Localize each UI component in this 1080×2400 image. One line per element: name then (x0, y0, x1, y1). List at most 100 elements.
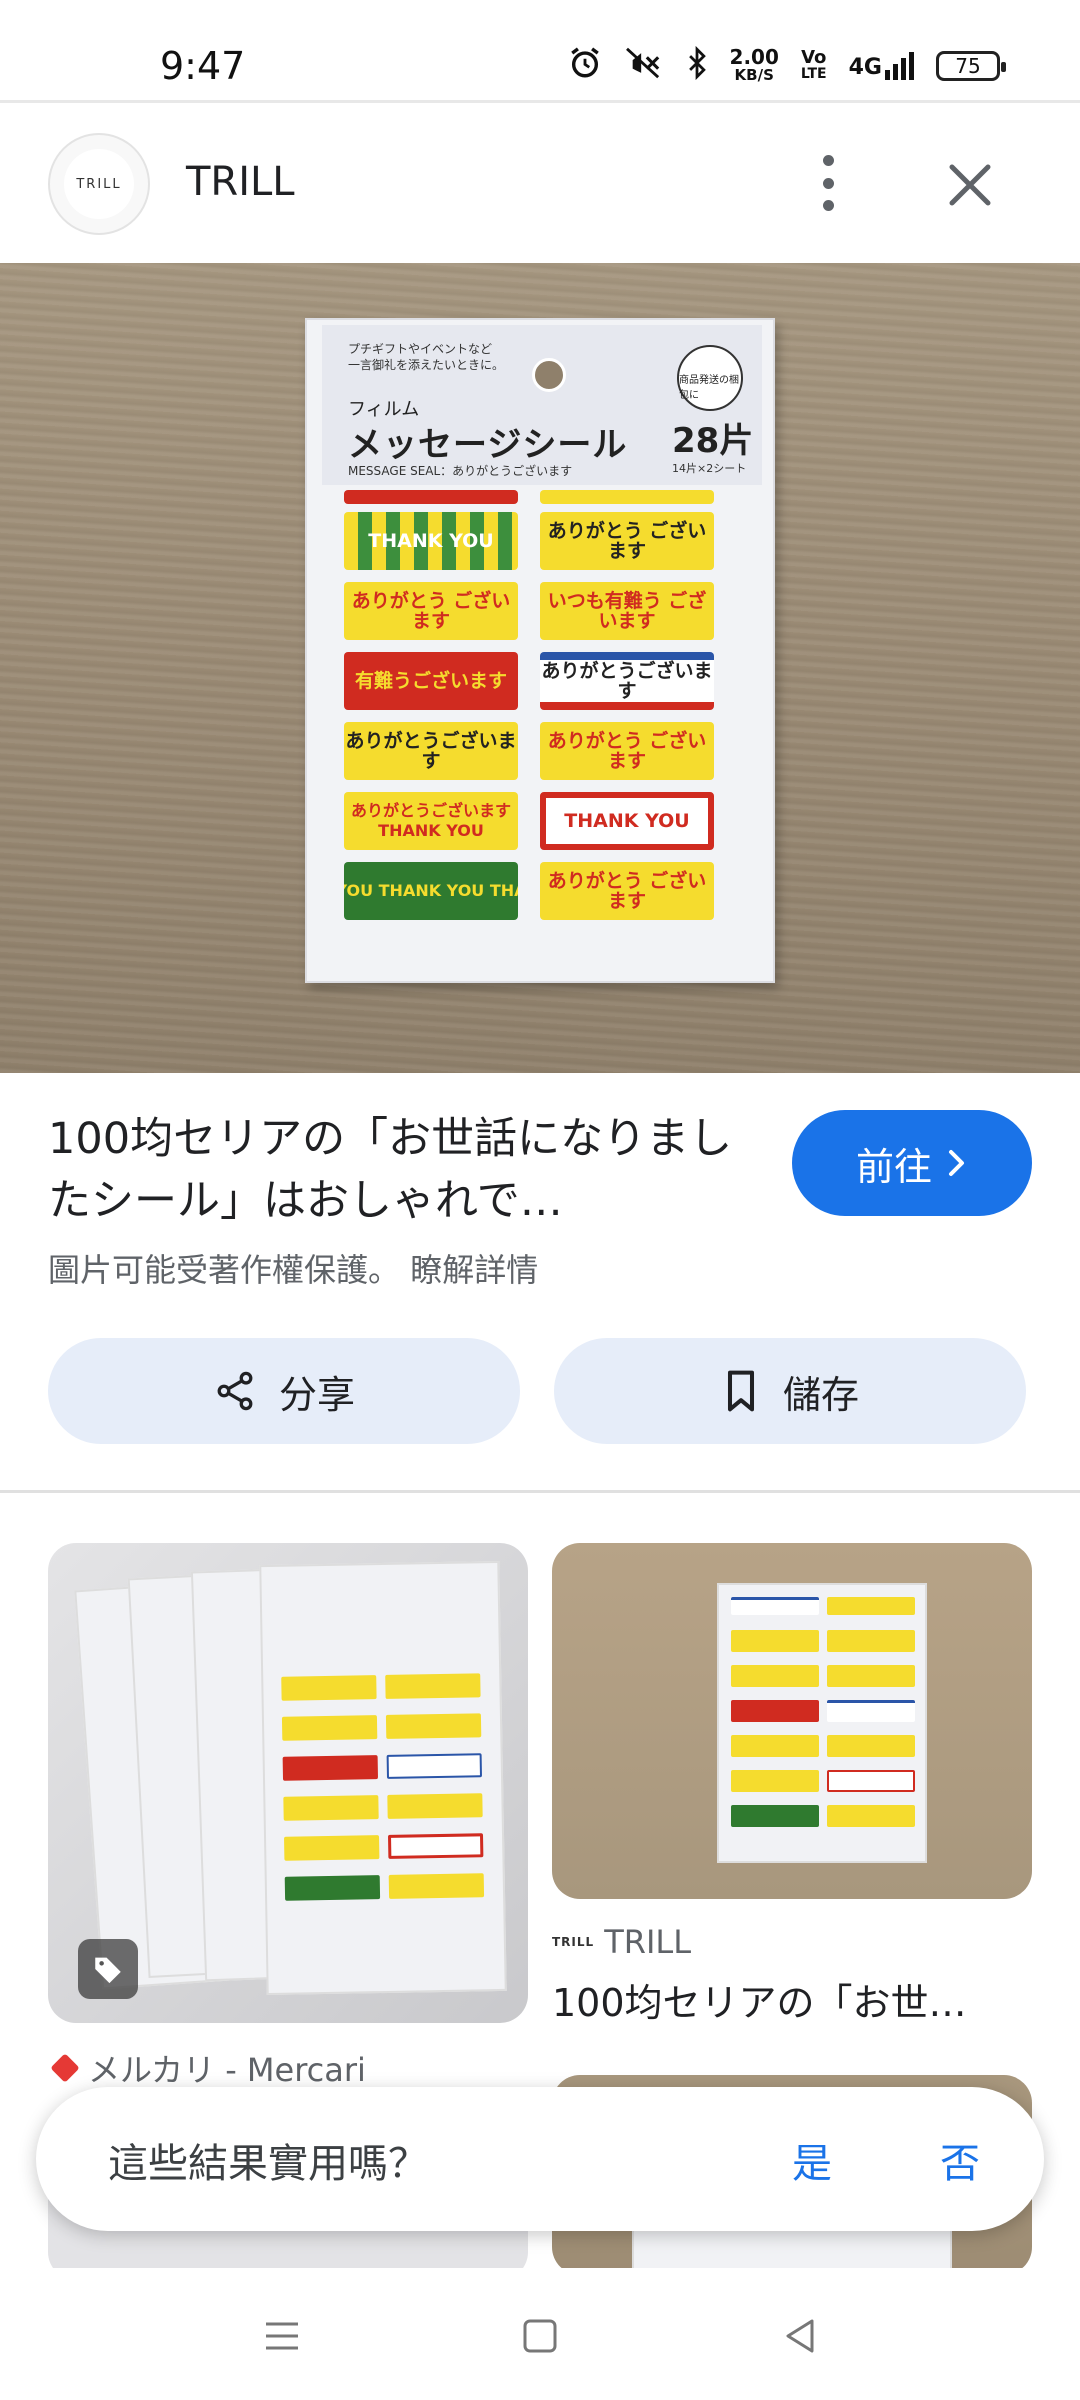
sticker: THANK YOU (344, 512, 518, 570)
status-time: 9:47 (160, 44, 246, 88)
battery-icon: 75 (936, 51, 1006, 81)
share-label: 分享 (278, 1372, 355, 1417)
sticker: ありがとうございます (540, 652, 714, 710)
signal-icon: 4G (849, 52, 914, 80)
feedback-no-button[interactable]: 否 (940, 2131, 980, 2189)
mini-sticker (388, 1873, 485, 1899)
section-divider (0, 1490, 1080, 1493)
copyright-notice: 圖片可能受著作權保護。 瞭解詳情 (48, 1245, 538, 1291)
sticker: 有難うございます (344, 652, 518, 710)
related-source[interactable]: TRILL TRILL (552, 1923, 691, 1961)
mercari-logo-icon (50, 2053, 80, 2083)
close-icon (949, 164, 991, 206)
sticker-partial (540, 490, 714, 504)
related-title[interactable]: 100均セリアの「お世… (552, 1972, 1032, 2027)
mini-sticker (283, 1795, 379, 1821)
mini-sticker (827, 1700, 915, 1722)
site-name[interactable]: TRILL (186, 159, 295, 205)
mini-sticker (281, 1715, 378, 1741)
viewer-header: TRILL TRILL (0, 103, 1080, 263)
mini-sticker (731, 1700, 819, 1722)
sticker: ありがとう ございます (540, 512, 714, 570)
mini-sticker (282, 1755, 379, 1781)
visit-label: 前往 (855, 1144, 932, 1189)
sticker: ありがとう ございます (540, 722, 714, 780)
back-nav-button[interactable] (770, 2312, 830, 2360)
mini-sticker (731, 1597, 819, 1615)
sticker: YOU THANK YOU THA (344, 862, 518, 920)
site-logo[interactable]: TRILL (48, 133, 150, 235)
sticker-pack: プチギフトやイベントなど 一言御礼を添えたいときに。 フィルム メッセージシール… (305, 318, 775, 983)
sticker: ありがとうございます (344, 722, 518, 780)
related-thumbnail[interactable] (48, 1543, 528, 2023)
mini-sticker (827, 1735, 915, 1757)
pack-header: プチギフトやイベントなど 一言御礼を添えたいときに。 フィルム メッセージシール… (322, 325, 762, 485)
source-name: メルカリ - Mercari (88, 2051, 366, 2089)
share-icon (217, 1371, 253, 1411)
hang-hole (532, 358, 566, 392)
more-options-button[interactable] (808, 147, 848, 219)
pack-count-sub: 14片×2シート (672, 462, 747, 475)
more-dot-icon (822, 177, 834, 189)
pack-count: 28片 (672, 421, 754, 461)
bookmark-icon (727, 1370, 755, 1412)
mini-pack (259, 1560, 507, 1996)
mini-sticker (827, 1770, 915, 1792)
related-source[interactable]: メルカリ - Mercari (50, 2045, 366, 2091)
mini-sticker (731, 1665, 819, 1687)
trill-logo: TRILL (552, 1935, 595, 1949)
mini-pack (717, 1583, 927, 1863)
feedback-yes-button[interactable]: 是 (792, 2131, 832, 2189)
pack-title: メッセージシール (348, 425, 628, 465)
feedback-card: 這些結果實用嗎？ 是 否 (36, 2087, 1044, 2231)
network-speed: 2.00 KB/S (729, 45, 779, 84)
related-thumbnail[interactable] (552, 1543, 1032, 1899)
sticker: ありがとう ございます (540, 862, 714, 920)
mini-sticker (387, 1793, 483, 1819)
feedback-question: 這些結果實用嗎？ (108, 2141, 428, 2187)
home-square-icon (523, 2319, 557, 2353)
mini-sticker (386, 1753, 483, 1779)
share-button[interactable]: 分享 (48, 1338, 520, 1444)
site-logo-text: TRILL (64, 149, 134, 219)
sticker: ありがとう ございます (344, 582, 518, 640)
mini-sticker (385, 1713, 482, 1739)
mini-sticker (385, 1673, 481, 1699)
sticker-partial (344, 490, 518, 504)
sticker: ありがとうございます THANK YOU (344, 792, 518, 850)
bluetooth-icon (686, 45, 708, 86)
pack-subtitle: MESSAGE SEAL：ありがとうございます (348, 464, 573, 478)
menu-nav-button[interactable] (252, 2312, 312, 2360)
system-nav-bar (0, 2268, 1080, 2400)
status-icons: 2.00 KB/S Vo LTE 4G 75 (568, 45, 1006, 86)
mini-sticker (827, 1630, 915, 1652)
close-button[interactable] (940, 155, 1000, 215)
sticker: いつも有難う ございます (540, 582, 714, 640)
source-name: TRILL (604, 1923, 692, 1961)
chevron-right-icon (949, 1150, 964, 1176)
volte-indicator: Vo LTE (800, 47, 827, 83)
mini-sticker (731, 1805, 819, 1827)
save-button[interactable]: 儲存 (554, 1338, 1026, 1444)
save-label: 儲存 (782, 1372, 859, 1417)
learn-more-link[interactable]: 瞭解詳情 (410, 1251, 538, 1289)
mini-sticker (827, 1805, 915, 1827)
mini-sticker (731, 1770, 819, 1792)
status-bar: 9:47 2.00 KB/S Vo LTE 4G 75 (0, 0, 1080, 100)
result-title[interactable]: 100均セリアの「お世話になりましたシール」はおしゃれで… (48, 1108, 738, 1232)
back-triangle-icon (786, 2319, 814, 2353)
pack-badge: 商品発送の梱包に (677, 345, 743, 411)
visit-button[interactable]: 前往 (792, 1110, 1032, 1216)
more-dot-icon (822, 200, 834, 211)
mute-icon (624, 46, 664, 86)
menu-icon (266, 2322, 298, 2350)
mini-sticker (284, 1875, 381, 1901)
main-image[interactable]: プチギフトやイベントなど 一言御礼を添えたいときに。 フィルム メッセージシール… (0, 263, 1080, 1073)
more-dot-icon (822, 155, 834, 166)
mini-sticker (387, 1833, 484, 1859)
alarm-icon (568, 46, 602, 86)
pack-caption: プチギフトやイベントなど 一言御礼を添えたいときに。 (348, 342, 505, 372)
home-nav-button[interactable] (510, 2312, 570, 2360)
mini-sticker (827, 1597, 915, 1615)
mini-sticker (731, 1735, 819, 1757)
